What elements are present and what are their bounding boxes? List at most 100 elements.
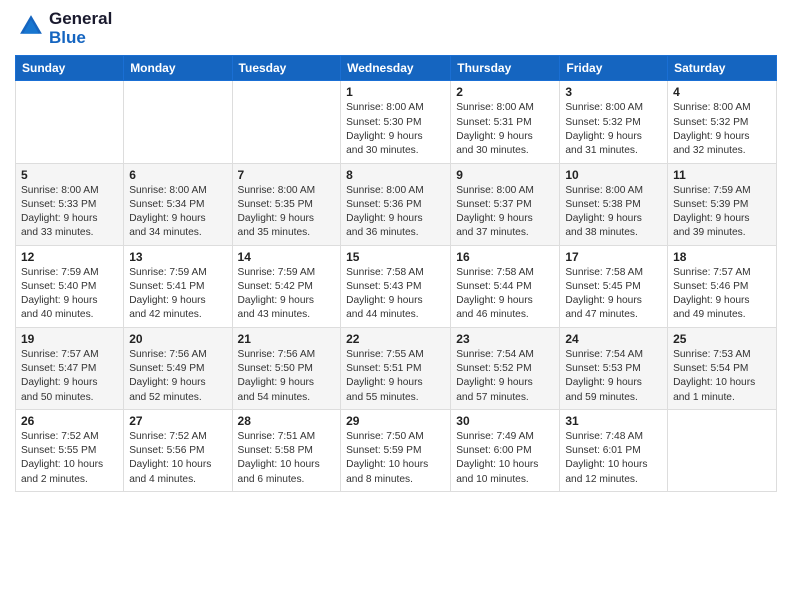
day-number: 16 bbox=[456, 250, 554, 264]
day-number: 21 bbox=[238, 332, 336, 346]
day-info: Sunrise: 7:50 AM Sunset: 5:59 PM Dayligh… bbox=[346, 430, 445, 487]
day-number: 14 bbox=[238, 250, 336, 264]
day-info: Sunrise: 8:00 AM Sunset: 5:33 PM Dayligh… bbox=[21, 184, 118, 241]
week-row-3: 19 Sunrise: 7:57 AM Sunset: 5:47 PM Dayli… bbox=[16, 327, 777, 409]
day-info: Sunrise: 7:57 AM Sunset: 5:47 PM Dayligh… bbox=[21, 348, 118, 405]
logo-general: General bbox=[49, 10, 112, 29]
day-number: 17 bbox=[565, 250, 662, 264]
day-cell: 6 Sunrise: 8:00 AM Sunset: 5:34 PM Daylig… bbox=[124, 163, 232, 245]
day-number: 30 bbox=[456, 414, 554, 428]
day-cell bbox=[124, 81, 232, 163]
day-number: 13 bbox=[129, 250, 226, 264]
day-cell: 26 Sunrise: 7:52 AM Sunset: 5:55 PM Dayli… bbox=[16, 409, 124, 491]
day-info: Sunrise: 7:59 AM Sunset: 5:42 PM Dayligh… bbox=[238, 266, 336, 323]
day-cell bbox=[668, 409, 777, 491]
day-number: 20 bbox=[129, 332, 226, 346]
day-number: 26 bbox=[21, 414, 118, 428]
day-info: Sunrise: 7:49 AM Sunset: 6:00 PM Dayligh… bbox=[456, 430, 554, 487]
day-number: 10 bbox=[565, 168, 662, 182]
day-number: 28 bbox=[238, 414, 336, 428]
day-info: Sunrise: 8:00 AM Sunset: 5:38 PM Dayligh… bbox=[565, 184, 662, 241]
day-info: Sunrise: 7:58 AM Sunset: 5:44 PM Dayligh… bbox=[456, 266, 554, 323]
week-row-4: 26 Sunrise: 7:52 AM Sunset: 5:55 PM Dayli… bbox=[16, 409, 777, 491]
day-info: Sunrise: 8:00 AM Sunset: 5:32 PM Dayligh… bbox=[673, 101, 771, 158]
week-row-0: 1Sunrise: 8:00 AM Sunset: 5:30 PM Daylig… bbox=[16, 81, 777, 163]
day-info: Sunrise: 8:00 AM Sunset: 5:30 PM Dayligh… bbox=[346, 101, 445, 158]
col-header-saturday: Saturday bbox=[668, 56, 777, 81]
day-number: 9 bbox=[456, 168, 554, 182]
day-cell: 14 Sunrise: 7:59 AM Sunset: 5:42 PM Dayli… bbox=[232, 245, 341, 327]
day-cell: 11 Sunrise: 7:59 AM Sunset: 5:39 PM Dayli… bbox=[668, 163, 777, 245]
day-cell: 7 Sunrise: 8:00 AM Sunset: 5:35 PM Daylig… bbox=[232, 163, 341, 245]
day-number: 29 bbox=[346, 414, 445, 428]
day-cell: 21 Sunrise: 7:56 AM Sunset: 5:50 PM Dayli… bbox=[232, 327, 341, 409]
day-cell: 19 Sunrise: 7:57 AM Sunset: 5:47 PM Dayli… bbox=[16, 327, 124, 409]
day-info: Sunrise: 7:56 AM Sunset: 5:49 PM Dayligh… bbox=[129, 348, 226, 405]
day-info: Sunrise: 8:00 AM Sunset: 5:32 PM Dayligh… bbox=[565, 101, 662, 158]
day-number: 23 bbox=[456, 332, 554, 346]
day-info: Sunrise: 7:48 AM Sunset: 6:01 PM Dayligh… bbox=[565, 430, 662, 487]
day-cell: 5 Sunrise: 8:00 AM Sunset: 5:33 PM Daylig… bbox=[16, 163, 124, 245]
day-number: 6 bbox=[129, 168, 226, 182]
calendar-header-row: SundayMondayTuesdayWednesdayThursdayFrid… bbox=[16, 56, 777, 81]
logo-blue: Blue bbox=[49, 29, 112, 48]
day-info: Sunrise: 8:00 AM Sunset: 5:37 PM Dayligh… bbox=[456, 184, 554, 241]
day-cell: 23 Sunrise: 7:54 AM Sunset: 5:52 PM Dayli… bbox=[451, 327, 560, 409]
day-info: Sunrise: 7:55 AM Sunset: 5:51 PM Dayligh… bbox=[346, 348, 445, 405]
day-info: Sunrise: 8:00 AM Sunset: 5:31 PM Dayligh… bbox=[456, 101, 554, 158]
day-info: Sunrise: 8:00 AM Sunset: 5:34 PM Dayligh… bbox=[129, 184, 226, 241]
day-number: 2 bbox=[456, 85, 554, 99]
logo-icon bbox=[17, 12, 45, 40]
day-info: Sunrise: 7:52 AM Sunset: 5:56 PM Dayligh… bbox=[129, 430, 226, 487]
col-header-thursday: Thursday bbox=[451, 56, 560, 81]
day-number: 19 bbox=[21, 332, 118, 346]
day-cell: 30 Sunrise: 7:49 AM Sunset: 6:00 PM Dayli… bbox=[451, 409, 560, 491]
day-number: 12 bbox=[21, 250, 118, 264]
col-header-tuesday: Tuesday bbox=[232, 56, 341, 81]
day-number: 15 bbox=[346, 250, 445, 264]
day-info: Sunrise: 7:56 AM Sunset: 5:50 PM Dayligh… bbox=[238, 348, 336, 405]
day-info: Sunrise: 7:58 AM Sunset: 5:43 PM Dayligh… bbox=[346, 266, 445, 323]
day-cell: 29 Sunrise: 7:50 AM Sunset: 5:59 PM Dayli… bbox=[341, 409, 451, 491]
day-cell: 15 Sunrise: 7:58 AM Sunset: 5:43 PM Dayli… bbox=[341, 245, 451, 327]
week-row-2: 12 Sunrise: 7:59 AM Sunset: 5:40 PM Dayli… bbox=[16, 245, 777, 327]
day-number: 22 bbox=[346, 332, 445, 346]
col-header-monday: Monday bbox=[124, 56, 232, 81]
day-number: 27 bbox=[129, 414, 226, 428]
day-cell: 27 Sunrise: 7:52 AM Sunset: 5:56 PM Dayli… bbox=[124, 409, 232, 491]
week-row-1: 5 Sunrise: 8:00 AM Sunset: 5:33 PM Daylig… bbox=[16, 163, 777, 245]
day-info: Sunrise: 7:59 AM Sunset: 5:39 PM Dayligh… bbox=[673, 184, 771, 241]
day-cell: 9 Sunrise: 8:00 AM Sunset: 5:37 PM Daylig… bbox=[451, 163, 560, 245]
day-number: 31 bbox=[565, 414, 662, 428]
day-number: 11 bbox=[673, 168, 771, 182]
page: General Blue SundayMondayTuesdayWednesda… bbox=[0, 0, 792, 502]
day-cell: 28 Sunrise: 7:51 AM Sunset: 5:58 PM Dayli… bbox=[232, 409, 341, 491]
day-number: 7 bbox=[238, 168, 336, 182]
day-cell: 2 Sunrise: 8:00 AM Sunset: 5:31 PM Daylig… bbox=[451, 81, 560, 163]
col-header-sunday: Sunday bbox=[16, 56, 124, 81]
day-cell bbox=[16, 81, 124, 163]
day-number: 3 bbox=[565, 85, 662, 99]
day-info: Sunrise: 8:00 AM Sunset: 5:36 PM Dayligh… bbox=[346, 184, 445, 241]
day-info: Sunrise: 7:54 AM Sunset: 5:52 PM Dayligh… bbox=[456, 348, 554, 405]
col-header-wednesday: Wednesday bbox=[341, 56, 451, 81]
day-number: 5 bbox=[21, 168, 118, 182]
col-header-friday: Friday bbox=[560, 56, 668, 81]
day-cell: 31 Sunrise: 7:48 AM Sunset: 6:01 PM Dayli… bbox=[560, 409, 668, 491]
day-cell: 24Sunrise: 7:54 AM Sunset: 5:53 PM Dayli… bbox=[560, 327, 668, 409]
calendar: SundayMondayTuesdayWednesdayThursdayFrid… bbox=[15, 55, 777, 492]
day-cell: 13Sunrise: 7:59 AM Sunset: 5:41 PM Dayli… bbox=[124, 245, 232, 327]
logo: General Blue bbox=[15, 10, 112, 47]
day-cell: 4 Sunrise: 8:00 AM Sunset: 5:32 PM Daylig… bbox=[668, 81, 777, 163]
day-cell: 16 Sunrise: 7:58 AM Sunset: 5:44 PM Dayli… bbox=[451, 245, 560, 327]
day-number: 4 bbox=[673, 85, 771, 99]
day-number: 25 bbox=[673, 332, 771, 346]
day-cell: 17Sunrise: 7:58 AM Sunset: 5:45 PM Dayli… bbox=[560, 245, 668, 327]
day-info: Sunrise: 7:52 AM Sunset: 5:55 PM Dayligh… bbox=[21, 430, 118, 487]
day-info: Sunrise: 7:59 AM Sunset: 5:40 PM Dayligh… bbox=[21, 266, 118, 323]
day-cell: 25Sunrise: 7:53 AM Sunset: 5:54 PM Dayli… bbox=[668, 327, 777, 409]
day-cell: 3 Sunrise: 8:00 AM Sunset: 5:32 PM Daylig… bbox=[560, 81, 668, 163]
day-info: Sunrise: 8:00 AM Sunset: 5:35 PM Dayligh… bbox=[238, 184, 336, 241]
day-cell: 22 Sunrise: 7:55 AM Sunset: 5:51 PM Dayli… bbox=[341, 327, 451, 409]
day-info: Sunrise: 7:51 AM Sunset: 5:58 PM Dayligh… bbox=[238, 430, 336, 487]
